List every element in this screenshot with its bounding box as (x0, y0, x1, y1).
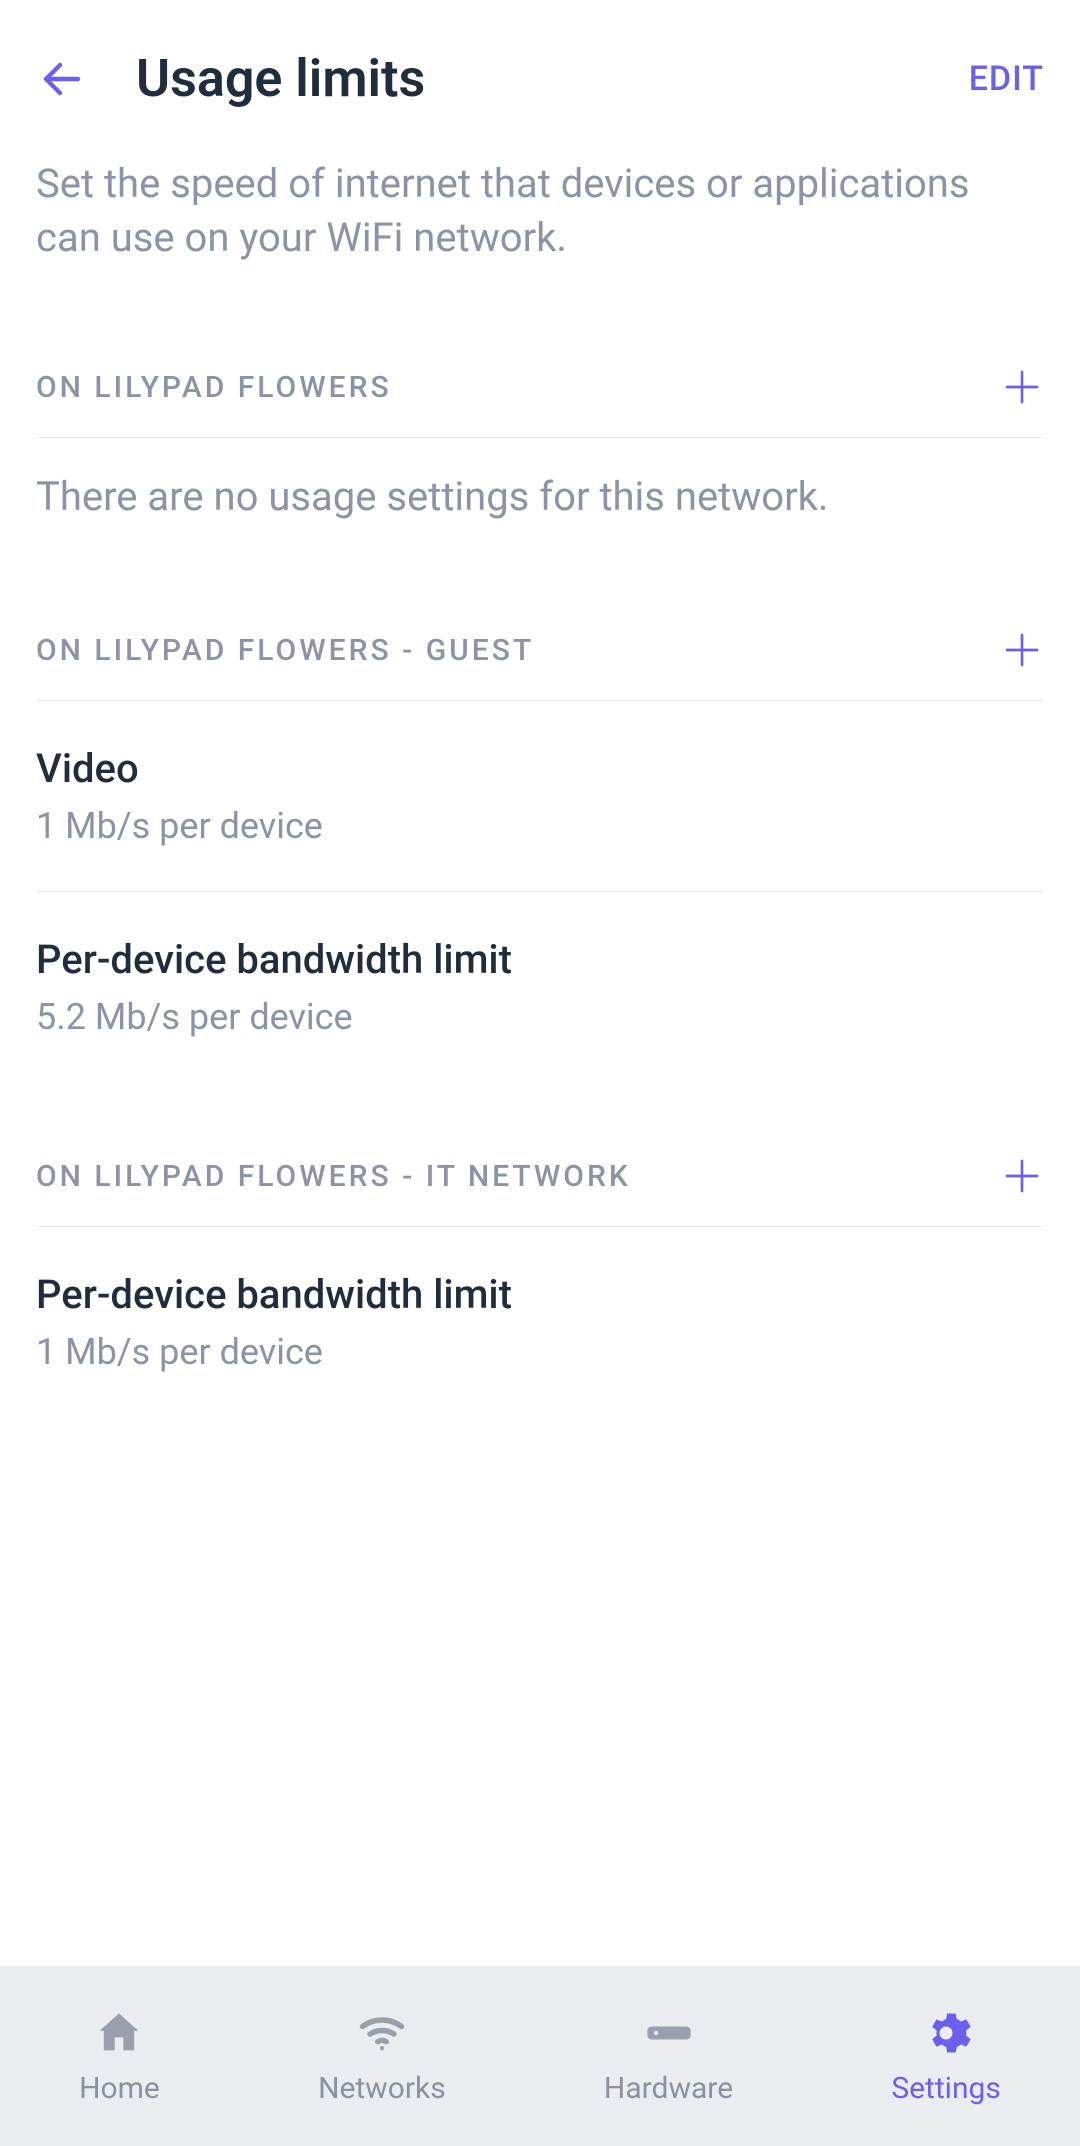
nav-home[interactable]: Home (51, 1991, 188, 2122)
nav-networks[interactable]: Networks (290, 1991, 474, 2122)
limit-item[interactable]: Per-device bandwidth limit 1 Mb/s per de… (0, 1227, 1080, 1417)
gear-icon (916, 2007, 976, 2059)
bottom-nav: Home Networks Hardware Set (0, 1966, 1080, 2146)
page-title: Usage limits (136, 48, 921, 109)
edit-button[interactable]: EDIT (969, 59, 1044, 99)
empty-message: There are no usage settings for this net… (0, 438, 1080, 588)
page-subtitle: Set the speed of internet that devices o… (0, 133, 1080, 325)
back-arrow-icon[interactable] (36, 53, 88, 105)
nav-settings[interactable]: Settings (863, 1991, 1029, 2122)
limit-value: 1 Mb/s per device (36, 805, 1044, 847)
section-header-2: ON LILYPAD FLOWERS - IT NETWORK (0, 1082, 1080, 1226)
nav-label: Hardware (604, 2071, 733, 2106)
section-header-0: ON LILYPAD FLOWERS (0, 325, 1080, 437)
hardware-icon (639, 2007, 699, 2059)
home-icon (89, 2007, 149, 2059)
limit-item[interactable]: Per-device bandwidth limit 5.2 Mb/s per … (0, 892, 1080, 1082)
limit-item[interactable]: Video 1 Mb/s per device (0, 701, 1080, 891)
section-header-1: ON LILYPAD FLOWERS - GUEST (0, 588, 1080, 700)
add-button[interactable] (1000, 365, 1044, 409)
limit-title: Per-device bandwidth limit (36, 1271, 556, 1319)
header: Usage limits EDIT (0, 0, 1080, 133)
limit-value: 5.2 Mb/s per device (36, 996, 1044, 1038)
nav-label: Home (79, 2071, 160, 2106)
wifi-icon (352, 2007, 412, 2059)
section-label: ON LILYPAD FLOWERS - GUEST (36, 633, 534, 668)
add-button[interactable] (1000, 628, 1044, 672)
section-label: ON LILYPAD FLOWERS (36, 370, 392, 405)
add-button[interactable] (1000, 1154, 1044, 1198)
limit-title: Video (36, 745, 556, 793)
limit-value: 1 Mb/s per device (36, 1331, 1044, 1373)
nav-hardware[interactable]: Hardware (576, 1991, 761, 2122)
nav-label: Networks (318, 2071, 446, 2106)
section-label: ON LILYPAD FLOWERS - IT NETWORK (36, 1159, 631, 1194)
nav-label: Settings (891, 2071, 1001, 2106)
limit-title: Per-device bandwidth limit (36, 936, 556, 984)
